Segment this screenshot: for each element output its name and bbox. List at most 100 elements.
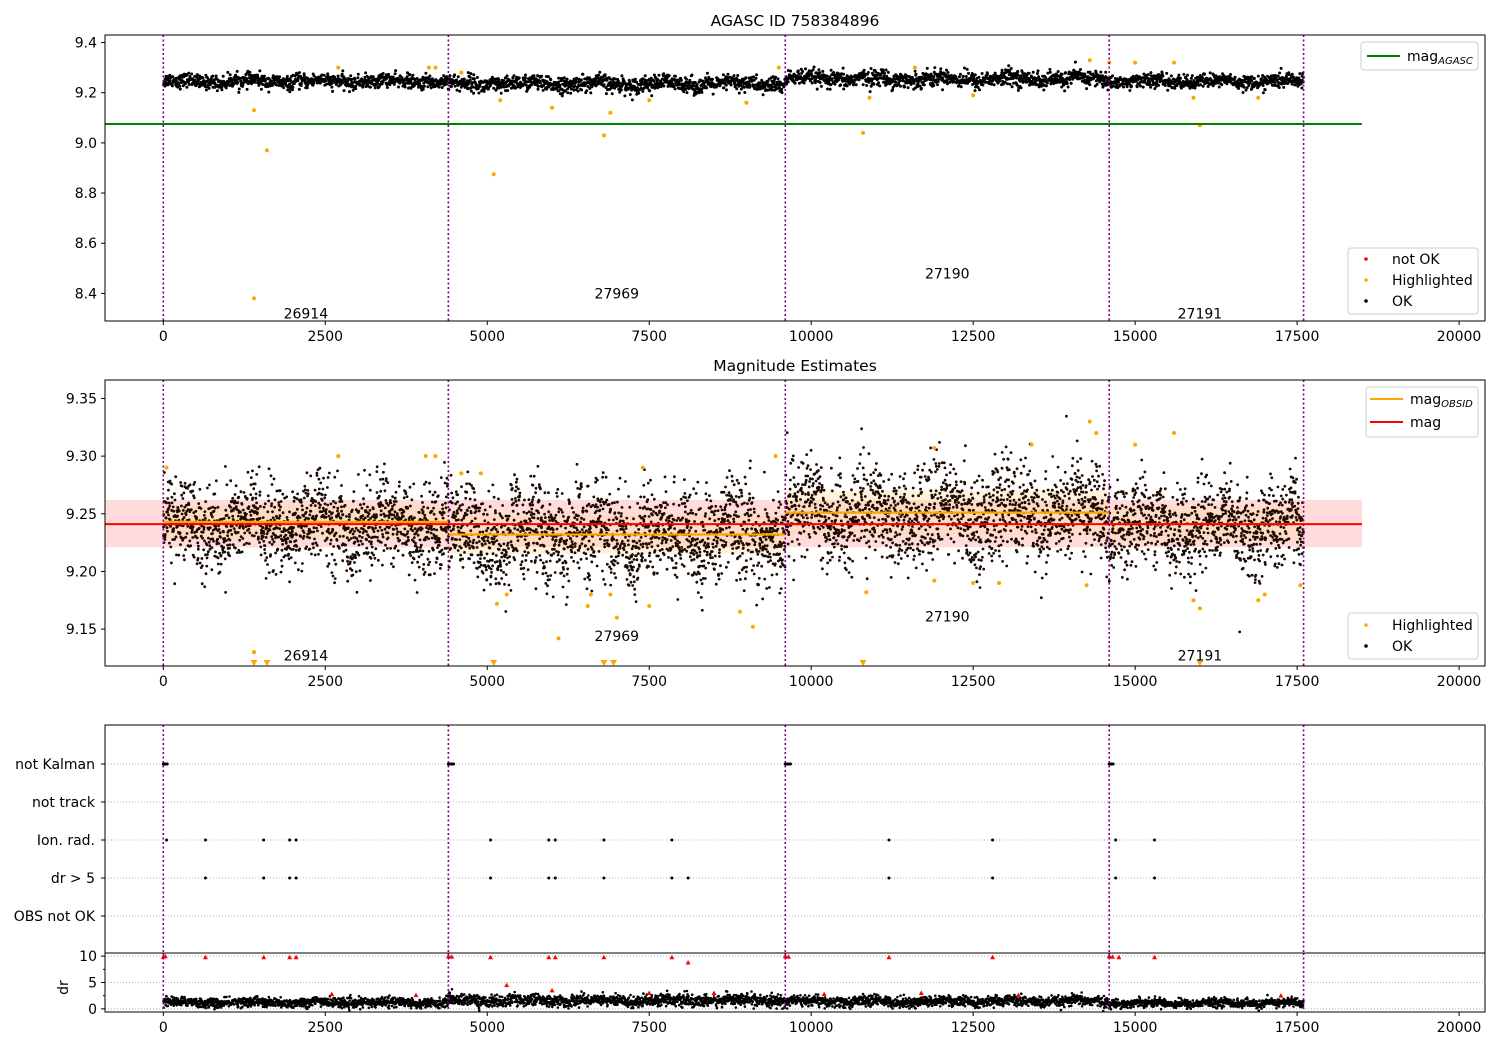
data-point-ok: [360, 536, 364, 539]
data-point-ok: [440, 563, 443, 567]
data-point-ok: [256, 507, 260, 510]
data-point-ok: [357, 543, 361, 547]
data-point-ok: [421, 501, 424, 504]
data-point-ok: [354, 556, 357, 560]
data-point-ok: [206, 486, 209, 490]
data-point-ok: [964, 75, 968, 78]
data-point-ok: [619, 88, 623, 92]
data-point-ok: [315, 544, 319, 547]
data-point-ok: [1073, 60, 1077, 64]
data-point-ok: [724, 83, 728, 87]
data-point-ok: [650, 94, 654, 98]
data-point-ok: [376, 529, 380, 533]
data-point-ok: [637, 91, 641, 95]
data-point-ok: [312, 546, 315, 550]
data-point-ok: [789, 69, 793, 73]
data-point-ok: [384, 499, 388, 502]
data-point-ok: [572, 88, 576, 92]
data-point-ok: [368, 85, 372, 89]
data-point-ok: [374, 547, 378, 551]
data-point-ok: [295, 497, 299, 501]
y-tick-label: 8.8: [75, 186, 97, 202]
data-point-ok: [958, 72, 962, 76]
data-point-ok: [353, 530, 356, 533]
data-point-ok: [925, 66, 929, 70]
data-point-ok: [444, 530, 448, 534]
data-point-ok: [202, 548, 206, 552]
data-point-ok: [234, 484, 238, 488]
data-point-ok: [978, 88, 981, 92]
data-point-ok: [517, 76, 521, 80]
data-point-ok: [861, 83, 865, 87]
data-point-ok: [604, 92, 608, 96]
data-point-ok: [967, 71, 970, 75]
data-point-ok: [375, 515, 378, 519]
data-point-ok: [393, 496, 397, 500]
data-point-ok: [368, 473, 372, 477]
data-point-ok: [368, 488, 372, 492]
data-point-ok: [255, 473, 259, 476]
data-point-ok: [732, 74, 736, 78]
x-tick-label: 2500: [307, 329, 343, 345]
data-point-ok: [168, 504, 172, 508]
data-point-ok: [416, 533, 420, 537]
data-point-ok: [320, 498, 324, 502]
data-point-ok: [546, 75, 550, 79]
data-point-ok: [440, 86, 444, 89]
data-point-ok: [388, 525, 391, 529]
data-point-ok: [986, 72, 989, 76]
data-point-ok: [267, 90, 271, 94]
data-point-ok: [453, 84, 457, 88]
data-point-ok: [585, 89, 589, 93]
data-point-ok: [442, 511, 446, 515]
data-point-ok: [390, 507, 394, 511]
data-point-ok: [428, 481, 431, 485]
data-point-ok: [1186, 73, 1189, 77]
data-point-ok: [284, 541, 288, 545]
data-point-ok: [812, 65, 816, 69]
data-point-ok: [228, 543, 232, 547]
data-point-ok: [248, 70, 252, 74]
data-point-ok: [1009, 67, 1013, 70]
data-point-ok: [439, 476, 443, 479]
data-point-ok: [189, 544, 193, 548]
data-point-ok: [187, 503, 191, 506]
data-point-highlighted: [264, 148, 269, 153]
data-point-ok: [258, 490, 262, 494]
data-point-ok: [275, 489, 279, 493]
data-point-ok: [176, 514, 180, 518]
data-point-ok: [353, 561, 356, 564]
data-point-ok: [392, 565, 395, 569]
chart-title: AGASC ID 758384896: [711, 12, 880, 30]
data-point-ok: [426, 557, 430, 561]
data-point-ok: [1143, 79, 1147, 83]
data-point-ok: [433, 490, 437, 494]
data-point-ok: [1135, 85, 1139, 89]
data-point-ok: [413, 578, 417, 582]
data-point-ok: [204, 500, 208, 503]
data-point-ok: [333, 558, 336, 562]
data-point-ok: [815, 87, 819, 91]
data-point-ok: [295, 533, 298, 537]
data-point-ok: [581, 72, 585, 76]
data-point-ok: [412, 557, 416, 561]
data-point-ok: [735, 87, 739, 91]
data-point-ok: [426, 530, 430, 534]
data-point-ok: [191, 528, 194, 532]
data-point-ok: [298, 547, 301, 551]
data-point-ok: [1062, 83, 1066, 87]
data-point-ok: [272, 569, 275, 572]
data-point-ok: [256, 511, 259, 515]
data-point-ok: [197, 502, 201, 505]
data-point-ok: [257, 465, 261, 469]
data-point-ok: [288, 90, 292, 94]
data-point-ok: [276, 547, 280, 551]
data-point-ok: [906, 86, 910, 90]
data-point-ok: [205, 543, 209, 547]
data-point-highlighted: [491, 172, 496, 177]
data-point-ok: [1287, 71, 1291, 75]
data-point-ok: [327, 562, 331, 566]
data-point-ok: [300, 504, 304, 508]
data-point-ok: [828, 87, 832, 91]
data-point-ok: [350, 508, 354, 512]
